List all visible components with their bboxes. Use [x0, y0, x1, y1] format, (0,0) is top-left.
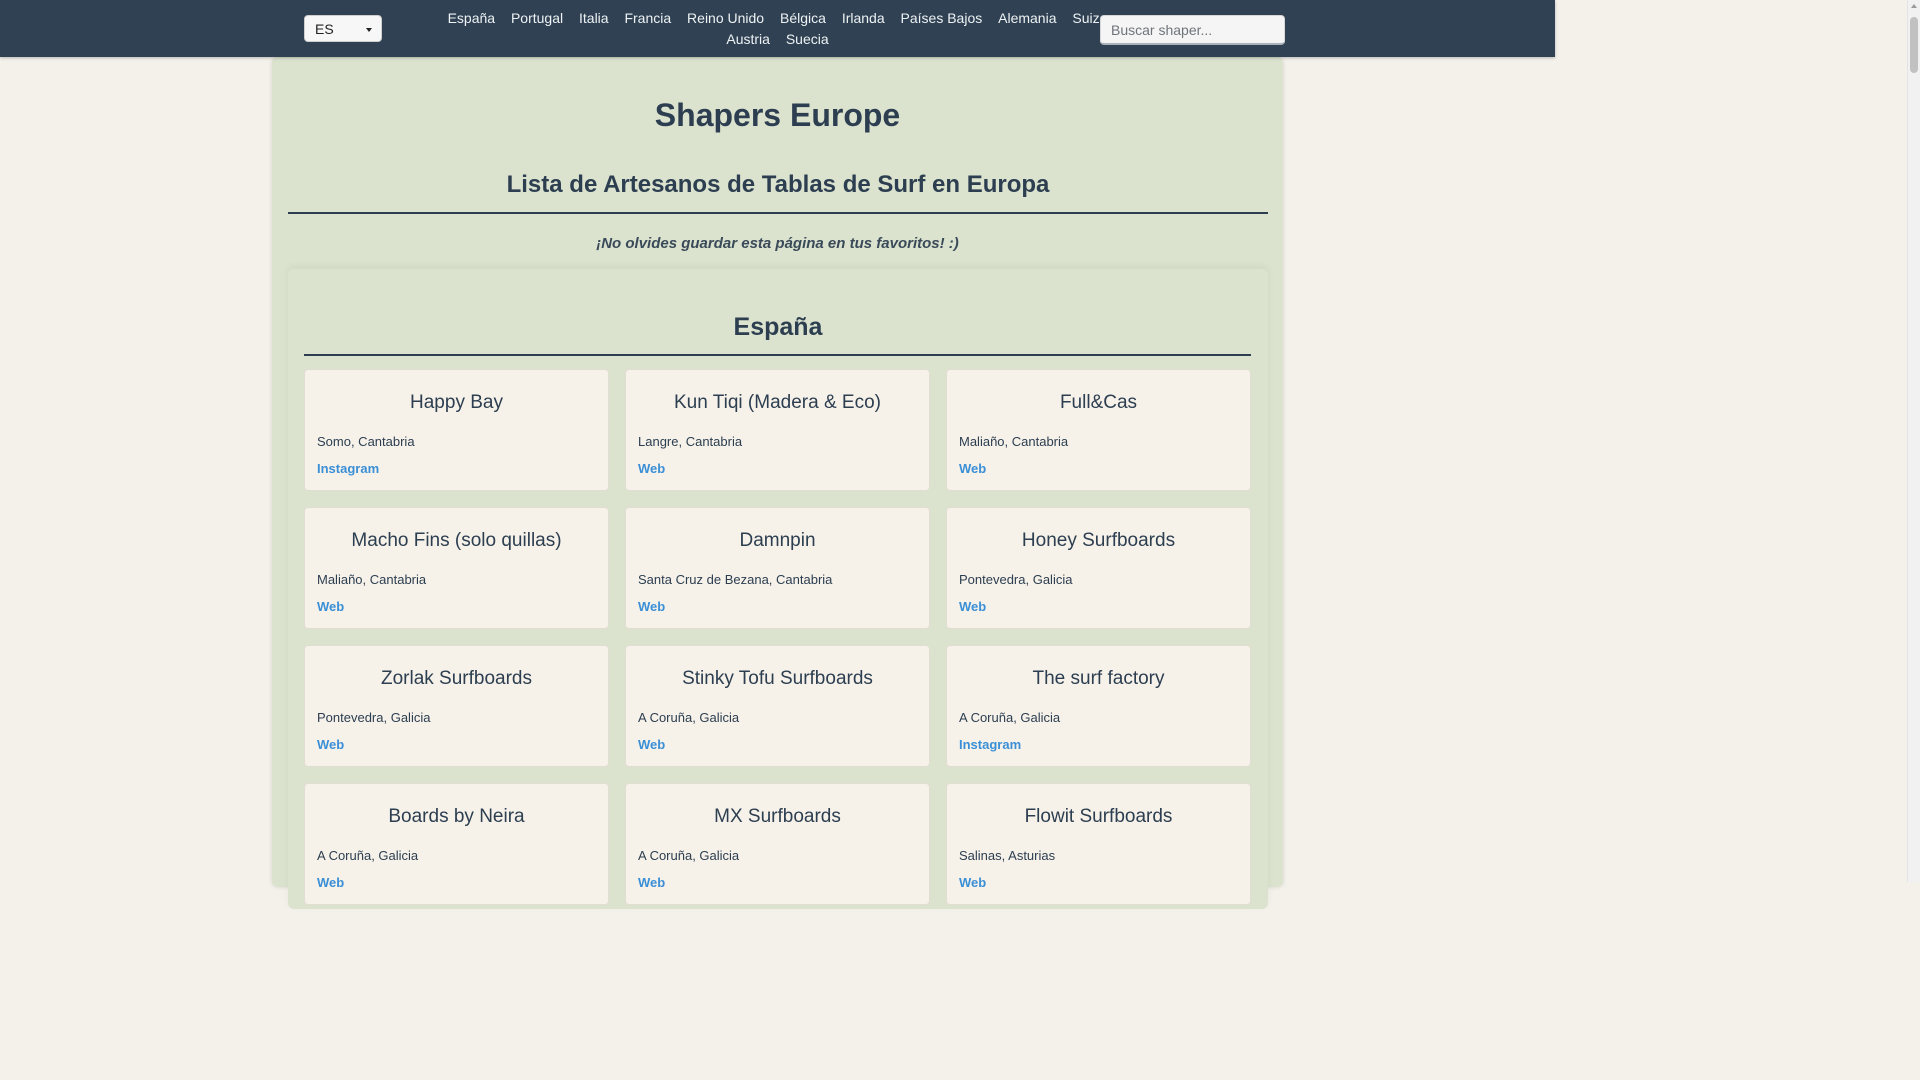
shaper-card: Happy Bay Somo, Cantabria Instagram	[304, 369, 609, 491]
shaper-name: The surf factory	[1032, 668, 1165, 689]
shaper-name: Boards by Neira	[388, 806, 525, 827]
shaper-link[interactable]: Instagram	[959, 737, 1021, 752]
country-nav: España Portugal Italia Francia Reino Uni…	[420, 8, 1135, 50]
shaper-name: Stinky Tofu Surfboards	[682, 668, 873, 689]
shaper-location: Salinas, Asturias	[959, 848, 1056, 863]
scrollbar-thumb[interactable]	[1910, 17, 1918, 73]
nav-link-belgica[interactable]: Bélgica	[780, 10, 826, 26]
nav-link-francia[interactable]: Francia	[624, 10, 671, 26]
shaper-link[interactable]: Web	[959, 599, 986, 614]
shaper-card: Boards by Neira A Coruña, Galicia Web	[304, 783, 609, 905]
page-title: Shapers Europe	[654, 97, 901, 133]
shaper-name: Kun Tiqi (Madera & Eco)	[674, 392, 881, 413]
main-panel: Shapers Europe Lista de Artesanos de Tab…	[272, 57, 1283, 909]
nav-link-portugal[interactable]: Portugal	[511, 10, 563, 26]
shaper-location: Langre, Cantabria	[638, 434, 743, 449]
shaper-card: Full&Cas Maliaño, Cantabria Web	[946, 369, 1251, 491]
shaper-link[interactable]: Web	[959, 461, 986, 476]
language-select[interactable]: ES	[304, 15, 382, 42]
shaper-card: Kun Tiqi (Madera & Eco) Langre, Cantabri…	[625, 369, 930, 491]
nav-link-suecia[interactable]: Suecia	[786, 31, 829, 47]
shaper-location: A Coruña, Galicia	[317, 848, 419, 863]
shaper-location: Santa Cruz de Bezana, Cantabria	[638, 572, 833, 587]
shaper-card: Damnpin Santa Cruz de Bezana, Cantabria …	[625, 507, 930, 629]
shaper-link[interactable]: Web	[959, 875, 986, 890]
shaper-link[interactable]: Web	[638, 875, 665, 890]
shaper-card: The surf factory A Coruña, Galicia Insta…	[946, 645, 1251, 767]
shaper-link[interactable]: Web	[638, 737, 665, 752]
top-navbar: ES España Portugal Italia Francia Reino …	[0, 0, 1555, 57]
shaper-name: Zorlak Surfboards	[380, 668, 532, 689]
nav-link-italia[interactable]: Italia	[579, 10, 609, 26]
shaper-name: Honey Surfboards	[1021, 530, 1176, 551]
shaper-location: A Coruña, Galicia	[638, 848, 740, 863]
shaper-location: Somo, Cantabria	[317, 434, 415, 449]
shaper-link[interactable]: Instagram	[317, 461, 379, 476]
shaper-link[interactable]: Web	[638, 599, 665, 614]
shaper-location: Maliaño, Cantabria	[959, 434, 1069, 449]
section-divider	[304, 354, 1251, 356]
shaper-card: Stinky Tofu Surfboards A Coruña, Galicia…	[625, 645, 930, 767]
shaper-name: Macho Fins (solo quillas)	[351, 530, 562, 551]
scroll-up-arrow-icon[interactable]	[1911, 4, 1917, 8]
nav-link-espana[interactable]: España	[448, 10, 495, 26]
language-value: ES	[315, 21, 334, 37]
shaper-card: MX Surfboards A Coruña, Galicia Web	[625, 783, 930, 905]
title-divider	[288, 212, 1268, 214]
country-section-espana: España Happy Bay Somo, Cantabria Instagr…	[288, 269, 1268, 909]
nav-link-reino-unido[interactable]: Reino Unido	[687, 10, 764, 26]
nav-link-austria[interactable]: Austria	[726, 31, 770, 47]
shaper-link[interactable]: Web	[317, 875, 344, 890]
page-scrollbar[interactable]	[1907, 0, 1920, 882]
shaper-card-grid: Happy Bay Somo, Cantabria Instagram Kun …	[304, 369, 1252, 905]
section-title: España	[733, 313, 823, 341]
shaper-location: A Coruña, Galicia	[959, 710, 1061, 725]
shaper-name: Flowit Surfboards	[1024, 806, 1173, 827]
shaper-link[interactable]: Web	[317, 737, 344, 752]
page-subtitle: Lista de Artesanos de Tablas de Surf en …	[506, 171, 1050, 198]
bookmark-reminder: ¡No olvides guardar esta página en tus f…	[596, 235, 959, 252]
shaper-card: Flowit Surfboards Salinas, Asturias Web	[946, 783, 1251, 905]
shaper-name: Full&Cas	[1059, 392, 1138, 413]
search-input[interactable]	[1100, 15, 1285, 45]
shaper-name: Happy Bay	[410, 392, 503, 413]
shaper-link[interactable]: Web	[638, 461, 665, 476]
nav-link-irlanda[interactable]: Irlanda	[842, 10, 885, 26]
shaper-location: Pontevedra, Galicia	[317, 710, 431, 725]
shaper-card: Honey Surfboards Pontevedra, Galicia Web	[946, 507, 1251, 629]
shaper-location: Pontevedra, Galicia	[959, 572, 1073, 587]
shaper-link[interactable]: Web	[317, 599, 344, 614]
shaper-card: Zorlak Surfboards Pontevedra, Galicia We…	[304, 645, 609, 767]
shaper-card: Macho Fins (solo quillas) Maliaño, Canta…	[304, 507, 609, 629]
shaper-name: Damnpin	[739, 530, 816, 551]
shaper-location: A Coruña, Galicia	[638, 710, 740, 725]
nav-link-alemania[interactable]: Alemania	[998, 10, 1056, 26]
caret-down-icon	[366, 28, 372, 32]
nav-link-paises-bajos[interactable]: Países Bajos	[901, 10, 983, 26]
shaper-location: Maliaño, Cantabria	[317, 572, 427, 587]
shaper-name: MX Surfboards	[714, 806, 841, 827]
